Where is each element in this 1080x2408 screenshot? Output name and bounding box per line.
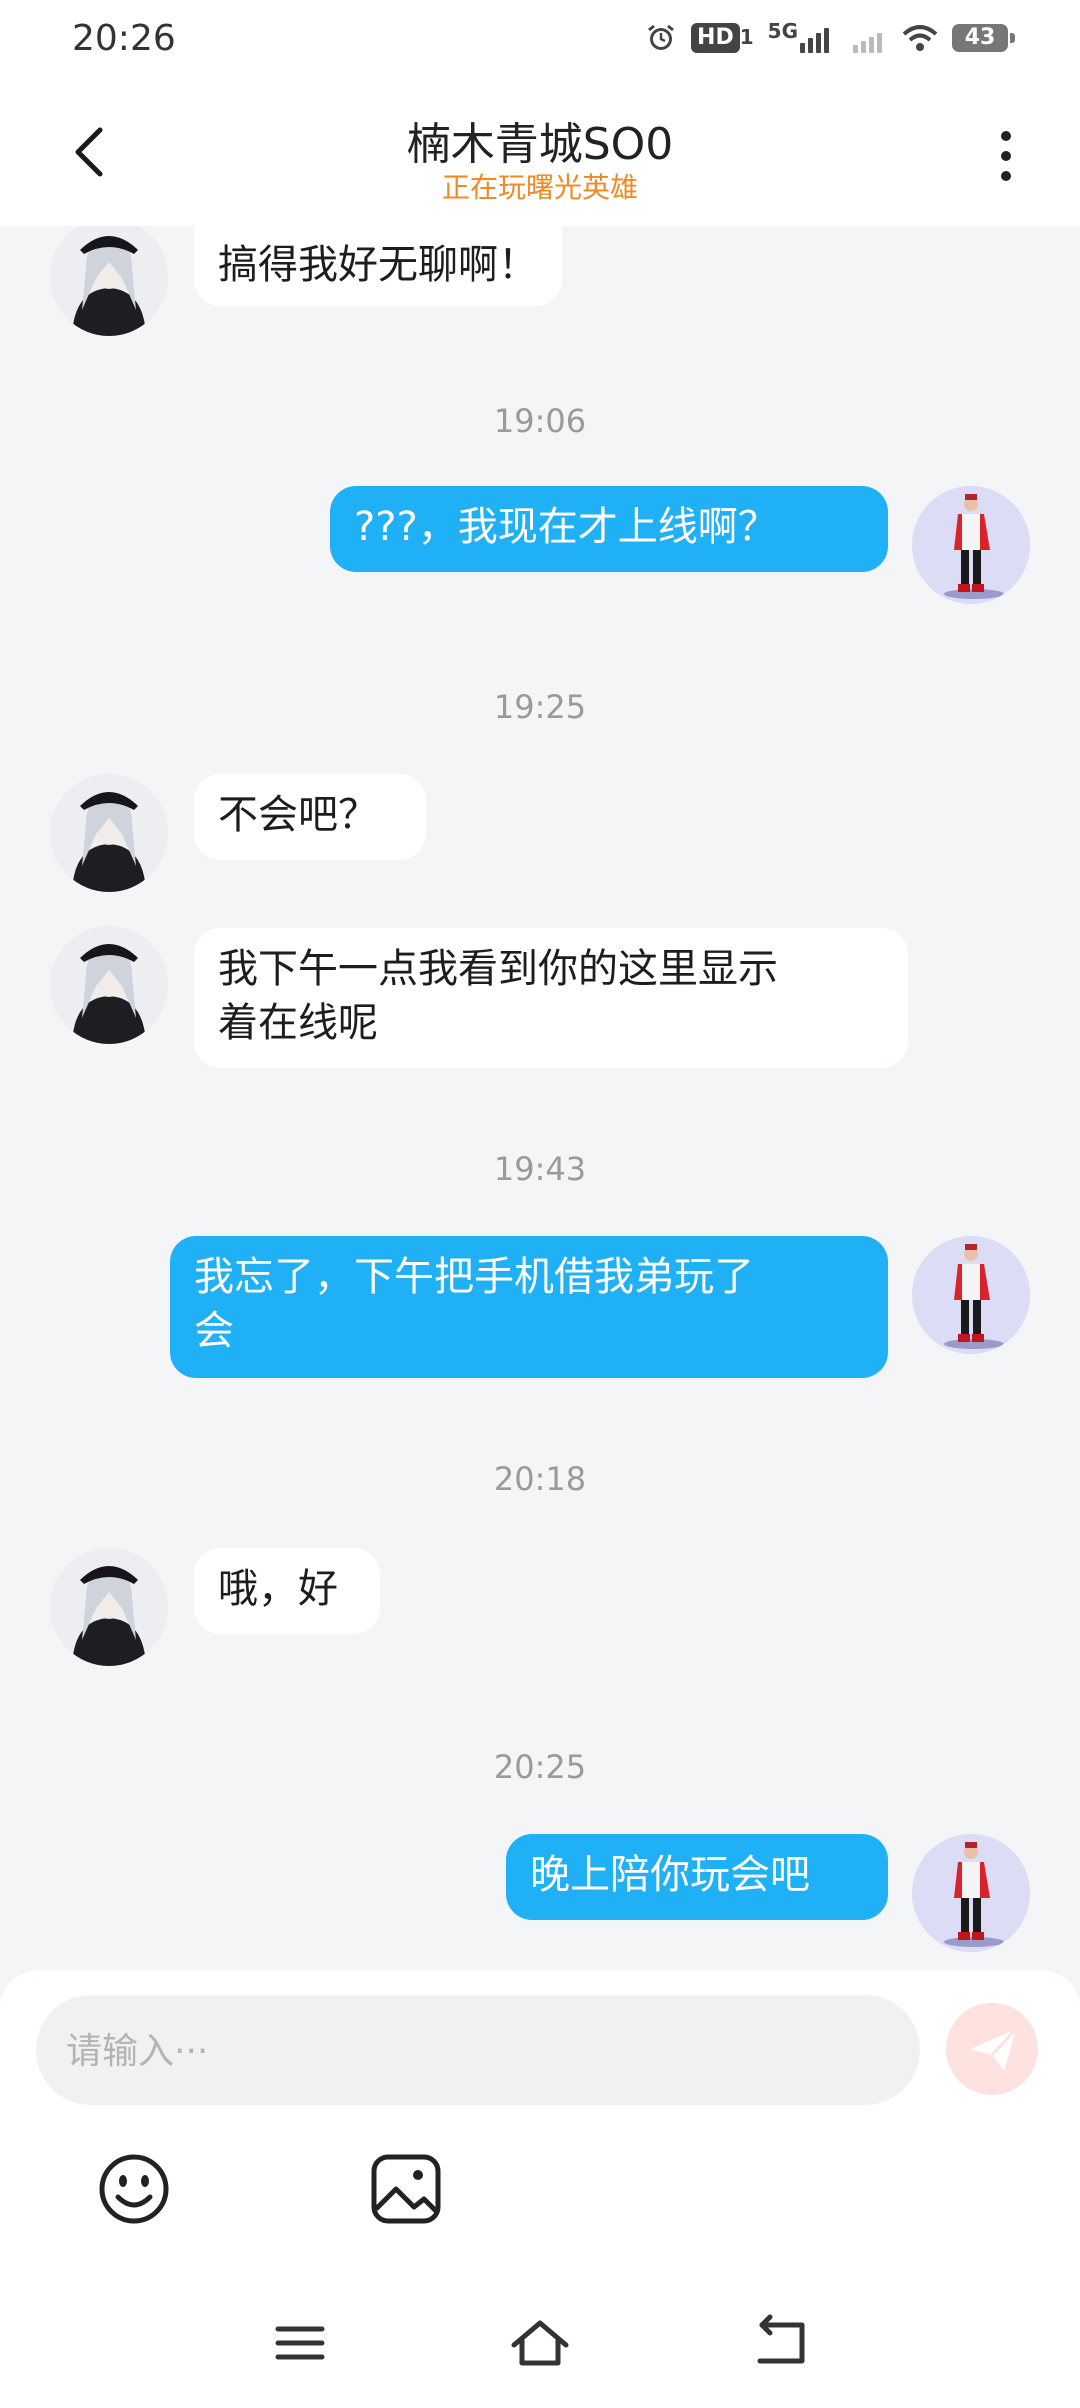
more-vertical-icon: [1001, 131, 1011, 181]
nav-menu-button[interactable]: [268, 2311, 332, 2375]
my-avatar-image: [912, 1236, 1030, 1354]
hd-icon: HD 1: [691, 23, 754, 53]
friend-avatar[interactable]: [50, 226, 168, 336]
message-text: ???，我现在才上线啊？: [354, 504, 778, 550]
emoji-icon: [99, 2154, 169, 2224]
my-avatar[interactable]: [912, 1834, 1030, 1952]
send-icon: [970, 2027, 1018, 2071]
message-timestamp: 20:18: [493, 1460, 587, 1498]
friend-avatar[interactable]: [50, 774, 168, 892]
signal-icon: [853, 23, 882, 53]
message-text: 搞得我好无聊啊！: [218, 242, 538, 288]
hd-badge: HD: [691, 23, 740, 53]
message-bubble-incoming[interactable]: 搞得我好无聊啊！: [194, 226, 562, 306]
home-icon: [511, 2320, 569, 2366]
input-panel: [0, 1971, 1080, 2408]
message-input[interactable]: [64, 1995, 888, 2107]
my-avatar[interactable]: [912, 486, 1030, 604]
status-time: 20:26: [72, 18, 176, 59]
friend-avatar-image: [50, 774, 168, 892]
message-timestamp: 19:06: [493, 402, 587, 440]
message-timestamp: 19:25: [493, 688, 587, 726]
contact-status: 正在玩曙光英雄: [441, 171, 638, 204]
message-text: 着在线呢: [218, 1000, 378, 1046]
friend-avatar-image: [50, 226, 168, 336]
message-input-container[interactable]: [36, 1995, 920, 2107]
emoji-button[interactable]: [94, 2149, 174, 2229]
signal-5g-icon: 5G: [768, 19, 829, 53]
my-avatar-image: [912, 486, 1030, 604]
message-list[interactable]: 搞得我好无聊啊！ 19:06 ???，我现在才上线啊？ 19:25 不会吧？ 我…: [0, 226, 1080, 1971]
friend-avatar[interactable]: [50, 926, 168, 1044]
message-bubble-outgoing[interactable]: ???，我现在才上线啊？: [330, 486, 888, 572]
message-bubble-outgoing[interactable]: 晚上陪你玩会吧: [506, 1834, 888, 1920]
message-text: 我下午一点我看到你的这里显示: [218, 946, 778, 992]
nav-home-button[interactable]: [508, 2311, 572, 2375]
wifi-icon: [902, 25, 938, 51]
image-button[interactable]: [366, 2149, 446, 2229]
message-text: 不会吧？: [218, 792, 378, 838]
my-avatar-image: [912, 1834, 1030, 1952]
menu-icon: [275, 2326, 325, 2360]
message-bubble-outgoing[interactable]: 我忘了，下午把手机借我弟玩了 会: [170, 1236, 888, 1378]
more-button[interactable]: [984, 128, 1028, 184]
message-bubble-incoming[interactable]: 不会吧？: [194, 774, 426, 860]
chat-header: 楠木青城SO0 正在玩曙光英雄: [0, 84, 1080, 226]
my-avatar[interactable]: [912, 1236, 1030, 1354]
message-text: 会: [194, 1308, 234, 1354]
friend-avatar[interactable]: [50, 1548, 168, 1666]
friend-avatar-image: [50, 926, 168, 1044]
status-bar: 20:26 HD 1 5G 43: [0, 0, 1080, 84]
contact-name: 楠木青城SO0: [406, 119, 674, 170]
message-timestamp: 20:25: [493, 1748, 587, 1786]
message-timestamp: 19:43: [493, 1150, 587, 1188]
alarm-icon: [648, 24, 674, 50]
message-text: 我忘了，下午把手机借我弟玩了: [194, 1254, 754, 1300]
battery-icon: 43: [952, 24, 1015, 52]
message-bubble-incoming[interactable]: 我下午一点我看到你的这里显示 着在线呢: [194, 928, 908, 1068]
friend-avatar-image: [50, 1548, 168, 1666]
message-text: 哦，好: [218, 1566, 338, 1612]
image-icon: [371, 2154, 441, 2224]
nav-back-button[interactable]: [748, 2311, 812, 2375]
message-text: 晚上陪你玩会吧: [530, 1852, 810, 1898]
send-button[interactable]: [946, 2003, 1038, 2095]
network-label: 5G: [767, 19, 798, 43]
status-icons: HD 1 5G 43: [645, 19, 1015, 54]
hd-sub: 1: [739, 25, 754, 49]
back-icon: [757, 2314, 805, 2364]
message-bubble-incoming[interactable]: 哦，好: [194, 1548, 380, 1634]
